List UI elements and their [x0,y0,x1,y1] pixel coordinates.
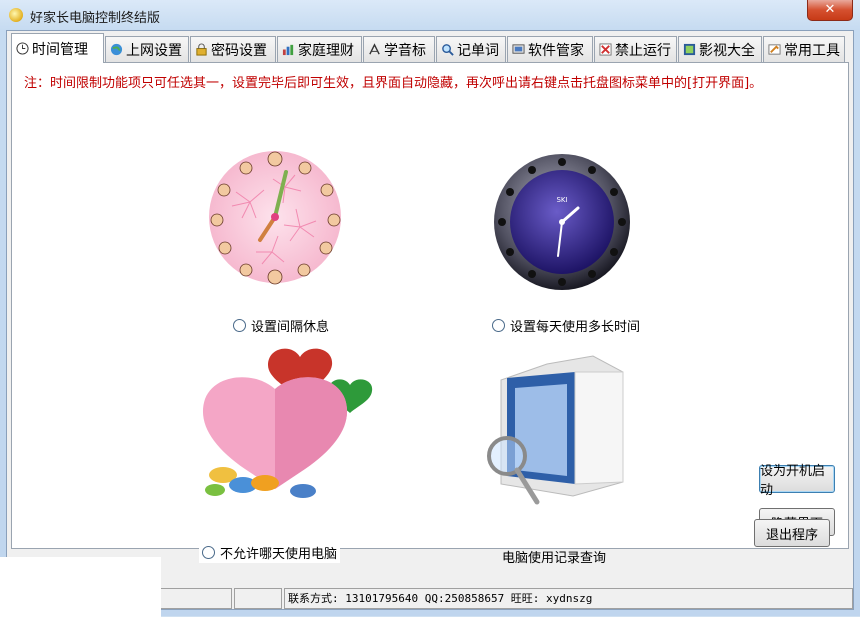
tab-block-programs[interactable]: 禁止运行 [594,36,677,62]
hearts-gift-image[interactable] [185,335,380,515]
clock-face-text: SKI [556,196,567,204]
tab-label: 记单词 [457,42,499,59]
app-icon [9,8,23,22]
radio-button[interactable] [492,319,505,332]
radio-button[interactable] [233,319,246,332]
tab-label: 家庭理财 [298,42,354,59]
tab-common-tools[interactable]: 常用工具 [763,36,845,62]
time-management-panel: 注：时间限制功能项只可任选其一，设置完毕后即可生效，且界面自动隐藏，再次呼出请右… [11,62,849,566]
usage-log-label[interactable]: 电脑使用记录查询 [502,547,606,566]
tab-label: 上网设置 [126,42,182,59]
option-label: 设置间隔休息 [251,320,330,335]
option-label: 不允许哪天使用电脑 [220,547,338,562]
tab-movies[interactable]: 影视大全 [678,36,762,62]
tools-icon [768,44,781,55]
contact-info: 联系方式: 13101795640 QQ:250858657 旺旺: xydns… [284,588,853,609]
set-autostart-button[interactable]: 设为开机启动 [759,464,835,498]
app-window: 好家长电脑控制终结版 ✕ 时间管理 上网设置 密码设置 家庭理财 学音标 记单词… [0,0,860,617]
window-title: 好家长电脑控制终结版 [30,11,161,26]
tab-label: 软件管家 [528,42,584,59]
globe-icon [110,43,123,56]
tab-label: 时间管理 [32,41,88,58]
tab-phonetics[interactable]: 学音标 [363,36,435,62]
close-button[interactable]: ✕ [807,0,853,21]
tab-software-manager[interactable]: 软件管家 [507,36,593,62]
tab-label: 学音标 [384,42,426,59]
tab-label: 影视大全 [699,42,755,59]
lock-icon [196,43,207,56]
notice-text: 注：时间限制功能项只可任选其一，设置完毕后即可生效，且界面自动隐藏，再次呼出请右… [24,76,763,91]
radio-button[interactable] [202,546,215,559]
tab-time-management[interactable]: 时间管理 [11,33,104,63]
phonetic-icon [369,43,380,55]
tab-label: 常用工具 [784,42,840,59]
clock-icon [16,42,29,55]
tab-family-finance[interactable]: 家庭理财 [277,36,362,62]
software-icon [512,44,525,54]
client-area: 时间管理 上网设置 密码设置 家庭理财 学音标 记单词 软件管家 禁止运行 影视… [6,30,854,610]
exit-program-button[interactable]: 退出程序 [754,519,830,547]
option-daily-limit[interactable]: 设置每天使用多长时间 [489,315,644,336]
tab-password-settings[interactable]: 密码设置 [190,36,276,62]
block-icon [599,43,612,56]
monitor-search-image[interactable] [455,336,655,521]
tab-strip: 时间管理 上网设置 密码设置 家庭理财 学音标 记单词 软件管家 禁止运行 影视… [11,33,851,63]
tab-label: 密码设置 [211,42,267,59]
option-interval-rest[interactable]: 设置间隔休息 [230,315,333,336]
finance-icon [282,44,294,56]
tab-label: 禁止运行 [615,42,671,59]
cartoon-clock-image[interactable] [190,132,360,302]
video-icon [683,43,696,56]
option-block-days[interactable]: 不允许哪天使用电脑 [199,542,341,563]
magnifier-icon [442,44,454,56]
blank-overlay [0,557,161,617]
title-bar[interactable]: 好家长电脑控制终结版 ✕ [0,0,860,30]
option-label: 设置每天使用多长时间 [510,320,641,335]
status-segment-empty-2 [234,588,282,609]
tab-vocabulary[interactable]: 记单词 [436,36,506,62]
tab-internet-settings[interactable]: 上网设置 [105,36,189,62]
metal-clock-image[interactable]: SKI [455,132,655,312]
